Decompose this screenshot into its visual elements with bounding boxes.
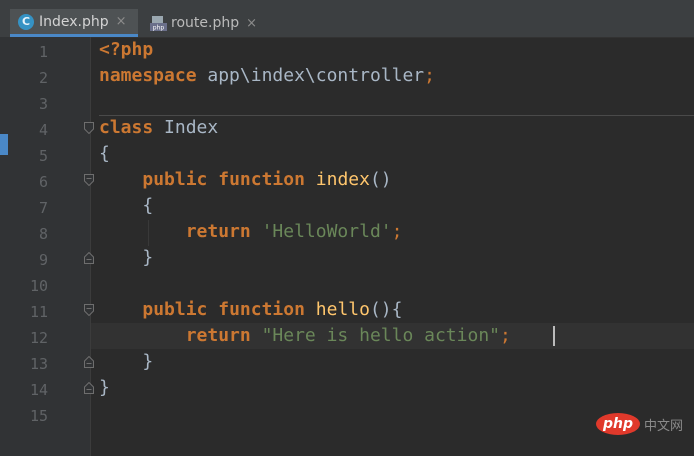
editor-tab-bar: C Index.php × php route.php × xyxy=(0,0,694,38)
code-line-1: <?php xyxy=(99,39,154,60)
php-logo: php xyxy=(596,413,641,435)
line-number: 13 xyxy=(29,355,48,373)
fold-open-icon[interactable] xyxy=(84,122,94,134)
code-line-4: class Index xyxy=(99,117,219,138)
watermark-text: 中文网 xyxy=(644,418,684,434)
php-class-icon: C xyxy=(18,13,34,30)
code-line-8: return 'HelloWorld'; xyxy=(185,221,403,242)
close-icon[interactable]: × xyxy=(246,16,257,31)
fold-close-icon[interactable] xyxy=(84,252,94,264)
code-line-14: } xyxy=(99,377,110,398)
line-number: 5 xyxy=(38,147,48,165)
code-line-5: { xyxy=(99,143,110,164)
tab-label: route.php xyxy=(171,15,240,31)
fold-close-icon[interactable] xyxy=(84,356,94,368)
line-number: 9 xyxy=(38,251,48,269)
svg-text:php: php xyxy=(153,24,165,31)
left-tool-strip xyxy=(0,37,10,456)
fold-open-icon[interactable] xyxy=(84,174,94,186)
line-number: 10 xyxy=(29,277,48,295)
close-icon[interactable]: × xyxy=(116,14,127,29)
text-caret xyxy=(553,326,555,346)
code-line-6: public function index() xyxy=(142,169,392,190)
line-number: 2 xyxy=(38,69,48,87)
line-number: 3 xyxy=(38,95,48,113)
tab-route-php[interactable]: php route.php × xyxy=(142,9,272,37)
site-watermark: php 中文网 xyxy=(596,413,683,435)
code-line-11: public function hello(){ xyxy=(142,299,403,320)
line-number: 11 xyxy=(29,303,48,321)
code-line-2: namespace app\index\controller; xyxy=(99,65,435,86)
tab-index-php[interactable]: C Index.php × xyxy=(10,9,138,37)
code-line-13: } xyxy=(142,351,154,372)
code-line-9: } xyxy=(142,247,154,268)
line-number-gutter: 1 2 3 4 5 6 7 8 9 10 11 12 13 14 15 xyxy=(10,37,91,456)
code-editor[interactable]: <?php namespace app\index\controller; cl… xyxy=(99,37,694,456)
line-number: 1 xyxy=(38,43,48,61)
php-file-icon: php xyxy=(150,15,167,32)
structure-marker xyxy=(0,134,8,155)
line-number: 14 xyxy=(29,381,48,399)
fold-close-icon[interactable] xyxy=(84,382,94,394)
line-number: 7 xyxy=(38,199,48,217)
code-line-7: { xyxy=(142,195,154,216)
code-line-12: return "Here is hello action"; xyxy=(185,325,511,346)
line-number: 4 xyxy=(38,121,48,139)
tab-label: Index.php xyxy=(39,13,109,30)
editor-window: C Index.php × php route.php × 1 2 3 4 5 … xyxy=(0,0,694,456)
line-number: 8 xyxy=(38,225,48,243)
line-number: 12 xyxy=(29,329,48,347)
line-number: 15 xyxy=(29,407,48,425)
fold-open-icon[interactable] xyxy=(84,304,94,316)
line-number: 6 xyxy=(38,173,48,191)
